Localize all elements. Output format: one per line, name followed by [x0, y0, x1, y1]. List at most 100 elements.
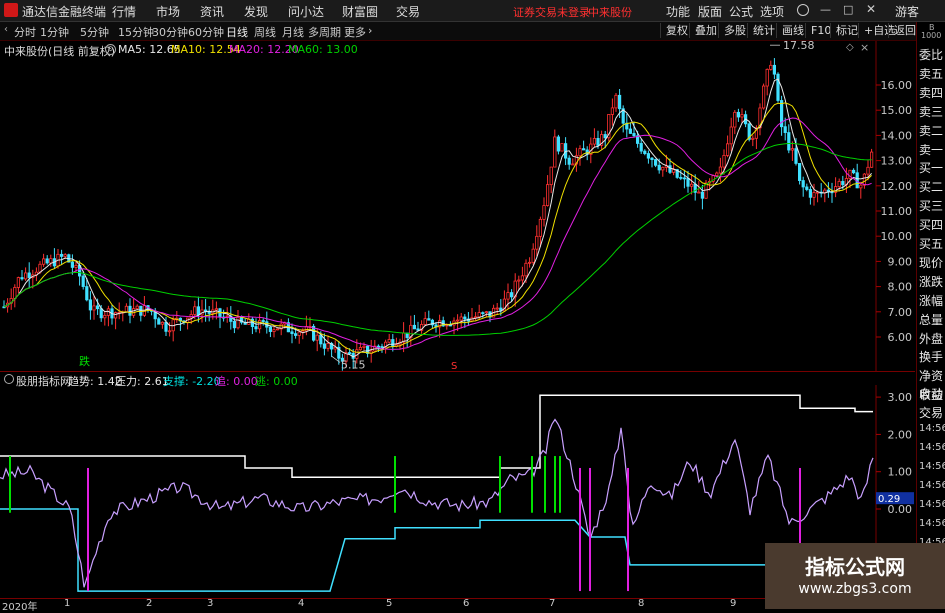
candle-body — [135, 305, 139, 310]
candle-body — [13, 287, 17, 299]
sidebar-item[interactable]: 14:56 — [919, 423, 945, 434]
menu-hangqing[interactable]: 行情 — [112, 3, 136, 20]
user-guest[interactable]: 游客 — [895, 3, 919, 20]
candle-body — [477, 312, 481, 318]
candle-body — [538, 218, 543, 237]
candle-body — [481, 312, 485, 315]
sidebar-item[interactable]: 卖三 — [919, 103, 943, 120]
sidebar-item[interactable]: 买五 — [919, 235, 943, 252]
y-tick-label: 13.00 — [881, 155, 913, 168]
candle-body — [99, 308, 103, 319]
candle-body — [578, 148, 582, 157]
candle-body — [567, 157, 571, 165]
sidebar-item[interactable]: 换手 — [919, 348, 943, 365]
xaxis-label-8: 8 — [638, 598, 645, 609]
menu-gongshi[interactable]: 公式 — [729, 3, 753, 20]
menu-shichang[interactable]: 市场 — [156, 3, 180, 20]
candle-body — [546, 184, 550, 206]
xaxis-label-9: 9 — [730, 598, 737, 609]
menu-faxian[interactable]: 发现 — [244, 3, 268, 20]
menu-gongneng[interactable]: 功能 — [666, 3, 690, 20]
title-bar: 通达信金融终端 行情 市场 资讯 发现 问小达 财富圈 交易 证券交易未登录 中… — [0, 0, 945, 22]
sidebar-item[interactable]: 买三 — [919, 197, 943, 214]
sidebar-item[interactable]: 买二 — [919, 178, 943, 195]
sidebar-item[interactable]: 外盘 — [919, 330, 943, 347]
menu-caifuquan[interactable]: 财富圈 — [342, 3, 378, 20]
toolbar-left-arrow-icon[interactable]: ‹ — [4, 24, 8, 35]
candle-body — [88, 299, 92, 311]
period-monthly[interactable]: 月线 — [282, 24, 304, 40]
candle-body — [16, 277, 21, 288]
sidebar-item[interactable]: 卖五 — [919, 65, 943, 82]
sidebar-item[interactable]: 14:56 — [919, 480, 945, 491]
sidebar-item[interactable]: 卖四 — [919, 84, 943, 101]
sub-y-tick-label: 2.00 — [888, 428, 913, 441]
menu-zixun[interactable]: 资讯 — [200, 3, 224, 20]
candle-body — [358, 347, 363, 351]
sidebar-item[interactable]: 卖二 — [919, 122, 943, 139]
xaxis-label-6: 6 — [463, 598, 470, 609]
candle-body — [776, 73, 780, 101]
sidebar-item[interactable]: 涨幅 — [919, 292, 943, 309]
candle-body — [70, 261, 74, 268]
xaxis-label-1: 1 — [64, 598, 71, 609]
sidebar-item[interactable]: 净资 — [919, 367, 943, 384]
menu-jiaoyi[interactable]: 交易 — [396, 3, 420, 20]
period-more[interactable]: 更多 — [344, 24, 366, 40]
sidebar-item[interactable]: 涨跌 — [919, 273, 943, 290]
user-icon[interactable] — [797, 4, 809, 16]
candle-body — [643, 150, 647, 154]
sidebar-item[interactable]: 14:56 — [919, 499, 945, 510]
sub-y-tick-label: 1.00 — [888, 466, 913, 479]
candle-body — [423, 318, 427, 325]
sidebar-item[interactable]: 卖一 — [919, 141, 943, 158]
sidebar-item[interactable]: 自动 — [919, 385, 943, 402]
candle-body — [726, 143, 730, 156]
candle-body — [326, 343, 330, 349]
trade-login-notice[interactable]: 证券交易未登录 — [513, 4, 590, 20]
period-weekly[interactable]: 周线 — [254, 24, 276, 40]
sidebar-item[interactable]: 委比 — [919, 46, 943, 63]
period-1min[interactable]: 1分钟 — [40, 24, 69, 40]
candle-body — [506, 292, 510, 300]
sidebar-item[interactable]: 14:56 — [919, 442, 945, 453]
menu-wenxiaoda[interactable]: 问小达 — [288, 3, 324, 20]
candle-body — [484, 311, 489, 314]
sidebar-item[interactable]: 交易 — [919, 404, 943, 421]
close-icon[interactable]: ✕ — [866, 2, 876, 16]
sidebar-item[interactable]: 14:56 — [919, 461, 945, 472]
panel-top-label-1000: 1000 — [921, 31, 942, 40]
candle-body — [380, 346, 384, 348]
maximize-icon[interactable]: □ — [843, 3, 853, 16]
period-5min[interactable]: 5分钟 — [80, 24, 109, 40]
y-tick-label: 7.00 — [888, 306, 913, 319]
candle-body — [592, 138, 597, 145]
candle-body — [859, 184, 863, 189]
period-30min[interactable]: 30分钟 — [152, 24, 188, 40]
sidebar-item[interactable]: 买四 — [919, 216, 943, 233]
candle-body — [193, 306, 197, 315]
candle-body — [646, 153, 651, 159]
period-fenshi[interactable]: 分时 — [14, 24, 36, 40]
more-chevron-icon[interactable]: › — [368, 24, 372, 37]
menu-banmian[interactable]: 版面 — [698, 3, 722, 20]
candle-body — [542, 205, 546, 220]
candle-body — [164, 321, 168, 332]
candle-body — [319, 334, 323, 345]
candle-body — [787, 132, 791, 151]
period-multi[interactable]: 多周期 — [308, 24, 341, 40]
sidebar-item[interactable]: 买一 — [919, 159, 943, 176]
period-60min[interactable]: 60分钟 — [188, 24, 224, 40]
indicator-settings-icon[interactable] — [4, 374, 14, 384]
sidebar-item[interactable]: 现价 — [919, 254, 943, 271]
sidebar-item[interactable]: 14:56 — [919, 518, 945, 529]
minimize-icon[interactable]: — — [820, 3, 831, 16]
kline-chart[interactable]: 16.00 15.00 14.00 13.00 12.00 11.00 10.00 9.00 8… — [0, 41, 915, 371]
candle-body — [639, 143, 643, 152]
y-tick-label: 16.00 — [881, 79, 913, 92]
period-15min[interactable]: 15分钟 — [118, 24, 154, 40]
candle-body — [549, 166, 553, 186]
period-daily[interactable]: 日线 — [226, 24, 248, 40]
menu-xuanxiang[interactable]: 选项 — [760, 3, 784, 20]
sidebar-item[interactable]: 总量 — [919, 311, 943, 328]
